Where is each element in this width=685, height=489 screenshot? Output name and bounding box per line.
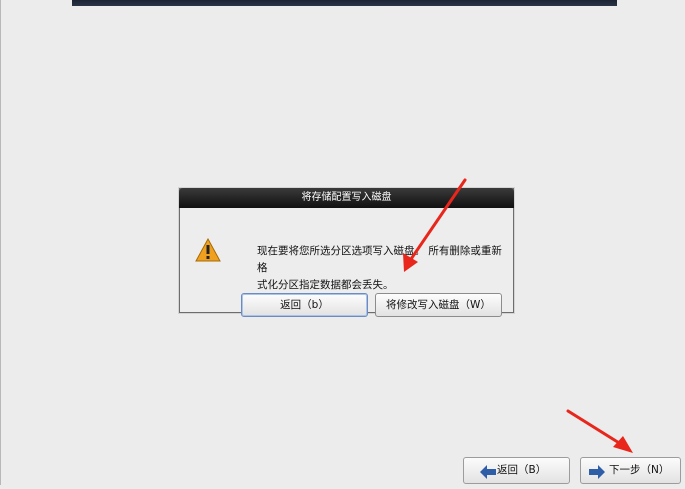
dialog-message: 现在要将您所选分区选项写入磁盘。 所有删除或重新格 式化分区指定数据都会丢失。	[257, 245, 502, 291]
write-storage-dialog: 将存储配置写入磁盘 现在要将您所选分区选项写入磁盘。 所有删除或重新格 式化分区…	[179, 188, 514, 317]
next-button[interactable]: 下一步（N）	[580, 457, 681, 484]
dialog-back-button[interactable]: 返回（b）	[241, 293, 368, 317]
back-button[interactable]: 返回（B）	[463, 457, 570, 484]
arrow-right-icon	[589, 464, 605, 479]
next-button-label: 下一步（N）	[609, 464, 670, 476]
dialog-title: 将存储配置写入磁盘	[179, 188, 514, 208]
dialog-body: 现在要将您所选分区选项写入磁盘。 所有删除或重新格 式化分区指定数据都会丢失。 …	[180, 208, 513, 317]
back-button-label: 返回（B）	[497, 464, 547, 476]
warning-icon	[195, 237, 221, 262]
arrow-left-icon	[480, 464, 496, 479]
header-banner	[72, 0, 617, 6]
installer-window: 将存储配置写入磁盘 现在要将您所选分区选项写入磁盘。 所有删除或重新格 式化分区…	[0, 0, 685, 485]
write-to-disk-button[interactable]: 将修改写入磁盘（W）	[375, 293, 502, 317]
